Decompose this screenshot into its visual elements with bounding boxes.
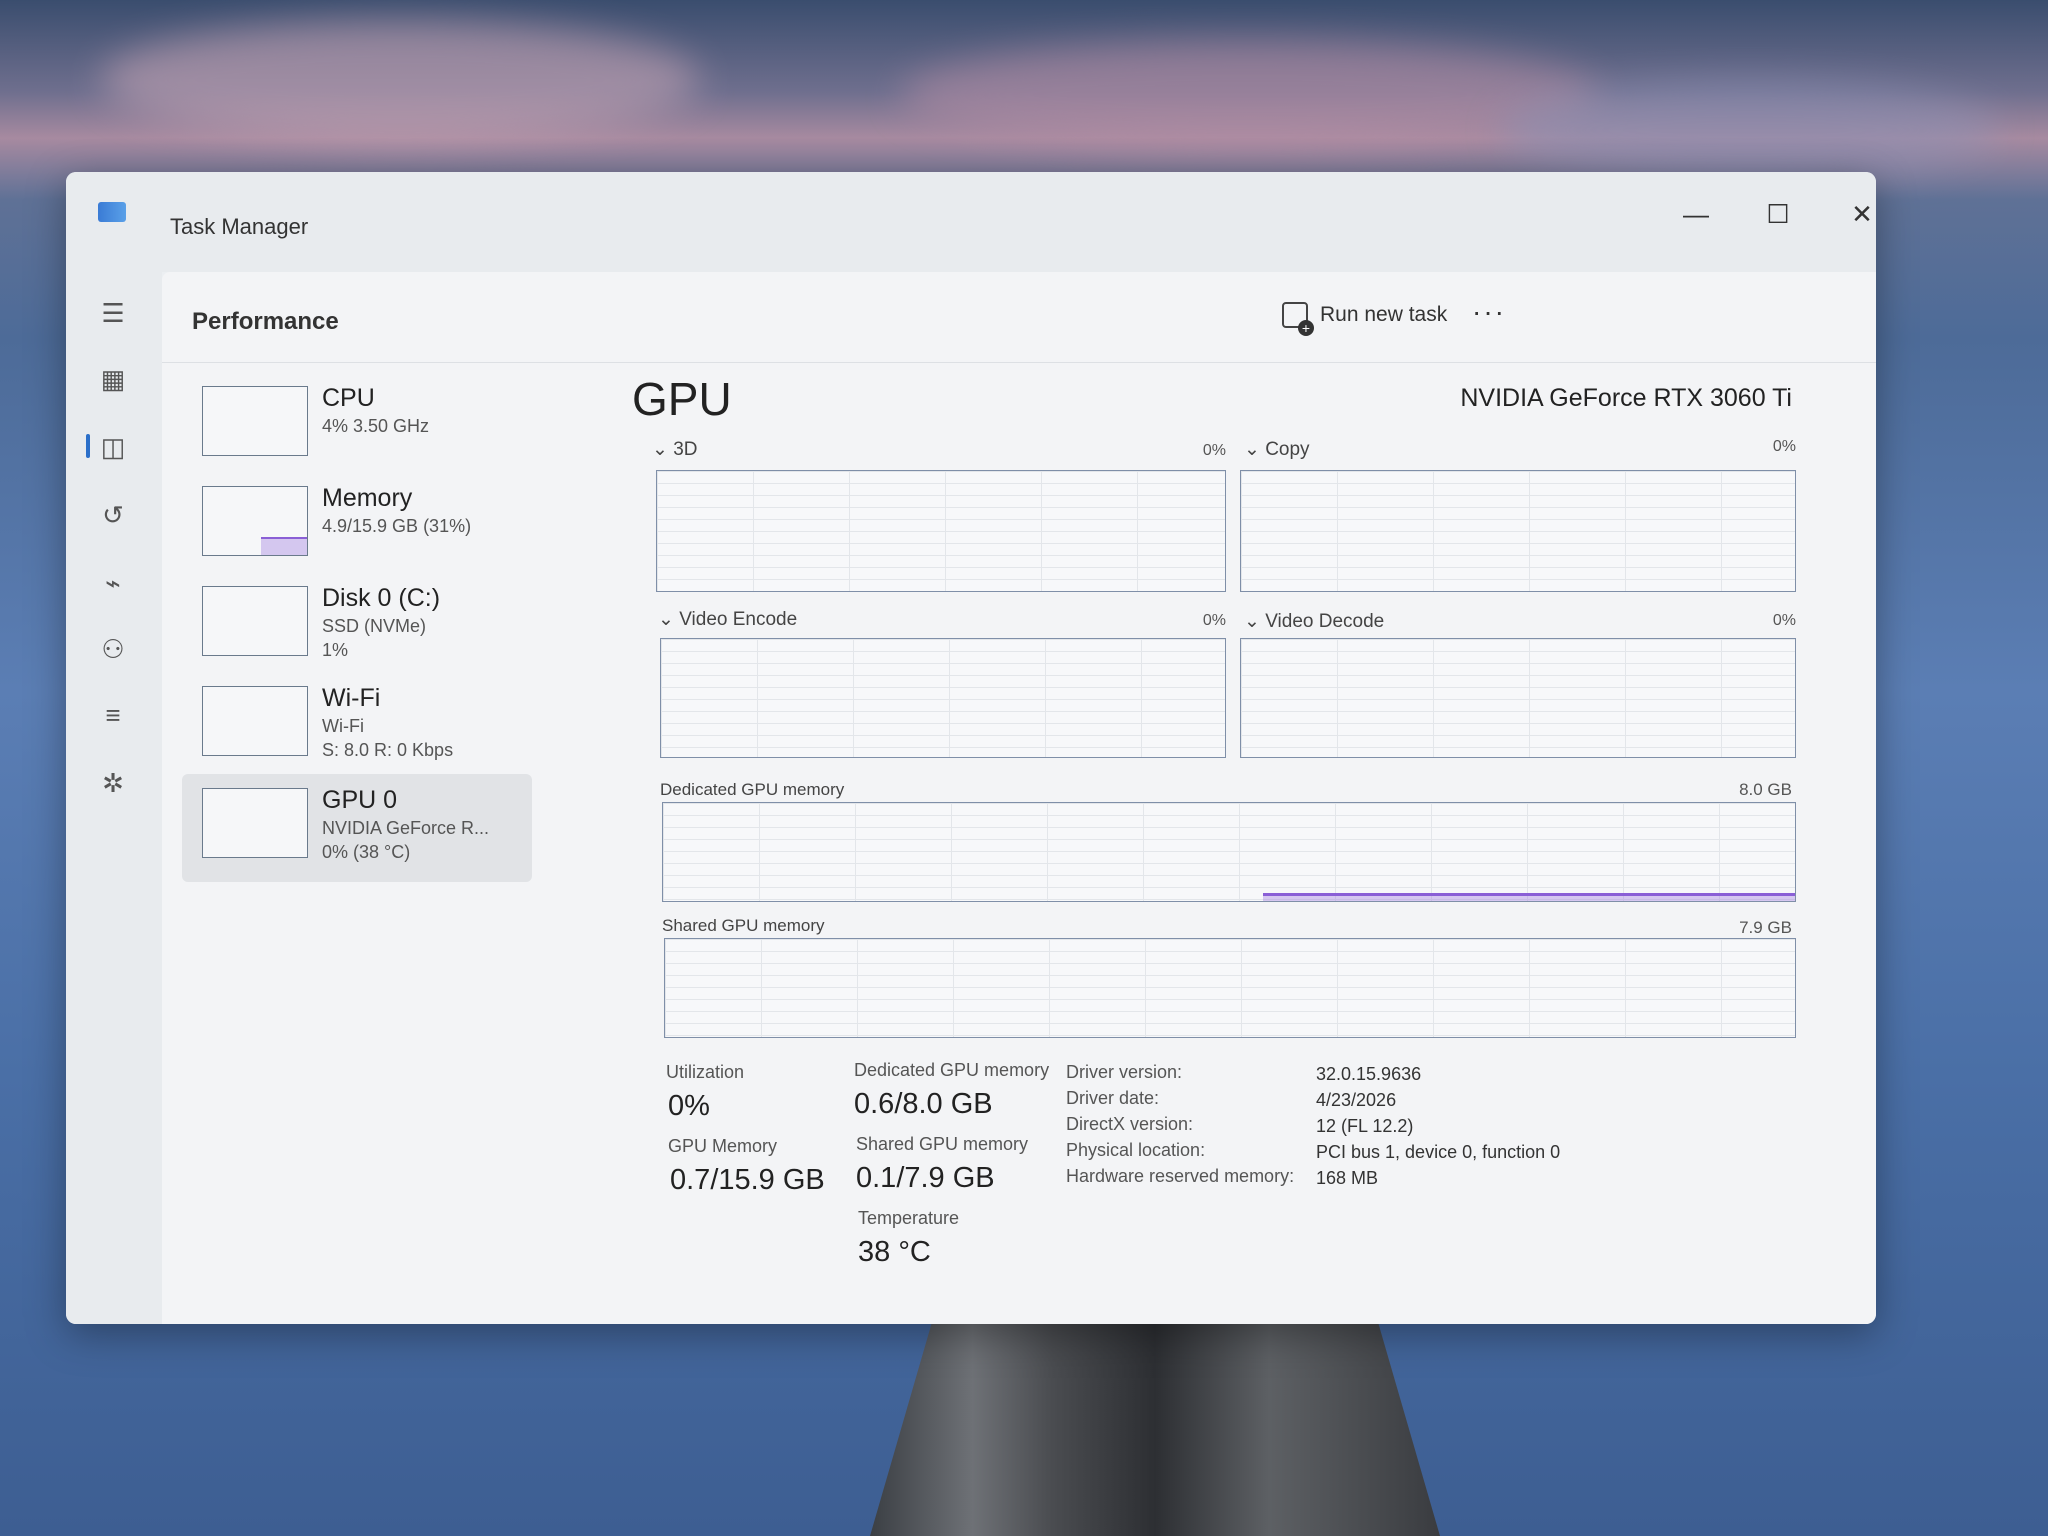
temperature-label: Temperature [858,1208,960,1228]
device-name: Memory [322,484,413,512]
dedicated-memory-max: 8.0 GB [1739,780,1792,799]
device-detail: 4% 3.50 GHz [322,416,430,436]
memory-thumbnail-graph [202,486,308,556]
dedicated-memory-value: 0.6/8.0 GB [854,1088,993,1120]
hardware-reserved-memory-label: Hardware reserved memory: [1066,1166,1295,1186]
engine-label: 3D [673,439,698,460]
device-name: Disk 0 (C:) [322,584,441,612]
performance-icon[interactable]: ◫ [96,430,130,464]
task-manager-app-icon [98,202,126,222]
shared-memory-label: Shared GPU memory [856,1134,1029,1154]
active-indicator [86,434,90,458]
gpu-thumbnail-graph [202,788,308,858]
performance-panel: Performance Run new task ··· CPU 4% 3.50… [162,272,1876,1324]
details-icon[interactable]: ≡ [96,698,130,732]
background-cloud [100,20,700,140]
engine-percent: 0% [1202,612,1226,629]
utilization-label: Utilization [666,1062,745,1082]
driver-date-value: 4/23/2026 [1316,1090,1397,1110]
header-divider [162,362,1876,363]
background-pier [870,1300,1440,1536]
device-item-cpu[interactable]: CPU 4% 3.50 GHz [182,372,532,472]
maximize-button[interactable]: ☐ [1748,194,1808,234]
driver-version-label: Driver version: [1066,1062,1183,1082]
page-title: Performance [192,308,339,335]
window-title: Task Manager [170,214,309,239]
shared-memory-value: 0.1/7.9 GB [856,1162,995,1194]
physical-location-label: Physical location: [1066,1140,1206,1160]
engine-label: Video Decode [1265,611,1385,632]
shared-memory-graph [664,938,1796,1038]
device-detail: 0% (38 °C) [322,842,411,862]
cpu-thumbnail-graph [202,386,308,456]
wifi-thumbnail-graph [202,686,308,756]
engine-graph-video-decode [1240,638,1796,758]
engine-graph-video-encode [660,638,1226,758]
physical-location-value: PCI bus 1, device 0, function 0 [1316,1142,1561,1162]
device-name: GPU 0 [322,786,398,814]
engine-selector-copy[interactable]: ⌄ Copy [1244,438,1310,461]
services-icon[interactable]: ✲ [96,766,130,800]
hamburger-icon[interactable]: ☰ [96,296,130,330]
gpu-memory-value: 0.7/15.9 GB [670,1164,825,1196]
close-button[interactable]: ✕ [1832,194,1876,234]
device-detail: S: 8.0 R: 0 Kbps [322,740,454,760]
background-cloud [1500,80,2000,180]
left-navigation: ☰ ▦ ◫ ↺ ⌁ ⚇ ≡ ✲ [66,272,162,1324]
dedicated-memory-label: Dedicated GPU memory [854,1060,1050,1080]
driver-date-label: Driver date: [1066,1088,1160,1108]
device-detail: Wi-Fi [322,716,364,736]
device-detail: NVIDIA GeForce R... [322,818,490,838]
minimize-button[interactable]: — [1666,194,1726,234]
app-history-icon[interactable]: ↺ [96,498,130,532]
users-icon[interactable]: ⚇ [96,632,130,666]
engine-graph-3d [656,470,1226,592]
device-item-gpu[interactable]: GPU 0 NVIDIA GeForce R... 0% (38 °C) [182,774,532,882]
engine-percent: 0% [1202,442,1226,459]
device-detail: SSD (NVMe) [322,616,427,636]
device-item-wifi[interactable]: Wi-Fi Wi-Fi S: 8.0 R: 0 Kbps [182,672,532,772]
run-new-task-button[interactable]: Run new task [1282,302,1448,336]
gpu-title: GPU [632,373,732,425]
engine-selector-video-decode[interactable]: ⌄ Video Decode [1244,610,1384,633]
gpu-model-name: NVIDIA GeForce RTX 3060 Ti [1460,384,1792,412]
temperature-value: 38 °C [858,1236,931,1268]
device-name: Wi-Fi [322,684,381,712]
engine-selector-3d[interactable]: ⌄ 3D [652,438,698,461]
title-bar: Task Manager — ☐ ✕ [66,172,1876,272]
dedicated-memory-graph [662,802,1796,902]
engine-selector-video-encode[interactable]: ⌄ Video Encode [658,608,797,631]
hardware-reserved-memory-value: 168 MB [1316,1168,1379,1188]
more-options-button[interactable]: ··· [1472,296,1506,328]
shared-memory-max: 7.9 GB [1739,918,1792,937]
device-item-memory[interactable]: Memory 4.9/15.9 GB (31%) [182,472,532,572]
task-manager-window: Task Manager — ☐ ✕ ☰ ▦ ◫ ↺ ⌁ ⚇ ≡ ✲ ⚙ Per… [66,172,1876,1324]
device-detail: 1% [322,640,349,660]
utilization-value: 0% [668,1090,710,1122]
dedicated-memory-graph-label: Dedicated GPU memory [660,780,845,799]
engine-percent: 0% [1772,612,1796,629]
run-new-task-label: Run new task [1320,303,1448,326]
run-task-icon [1282,302,1314,336]
memory-usage-fill [261,537,307,555]
background-cloud [900,40,1600,150]
device-detail: 4.9/15.9 GB (31%) [322,516,472,536]
shared-memory-graph-label: Shared GPU memory [662,916,825,935]
dedicated-memory-fill [1263,893,1795,901]
device-item-disk[interactable]: Disk 0 (C:) SSD (NVMe) 1% [182,572,532,672]
engine-percent: 0% [1772,438,1796,455]
driver-version-value: 32.0.15.9636 [1316,1064,1422,1084]
disk-thumbnail-graph [202,586,308,656]
gpu-memory-label: GPU Memory [668,1136,778,1156]
engine-label: Copy [1265,439,1310,460]
device-name: CPU [322,384,375,412]
processes-icon[interactable]: ▦ [96,362,130,396]
engine-label: Video Encode [679,609,798,630]
startup-apps-icon[interactable]: ⌁ [96,566,130,600]
directx-version-label: DirectX version: [1066,1114,1194,1134]
directx-version-value: 12 (FL 12.2) [1316,1116,1414,1136]
engine-graph-copy [1240,470,1796,592]
